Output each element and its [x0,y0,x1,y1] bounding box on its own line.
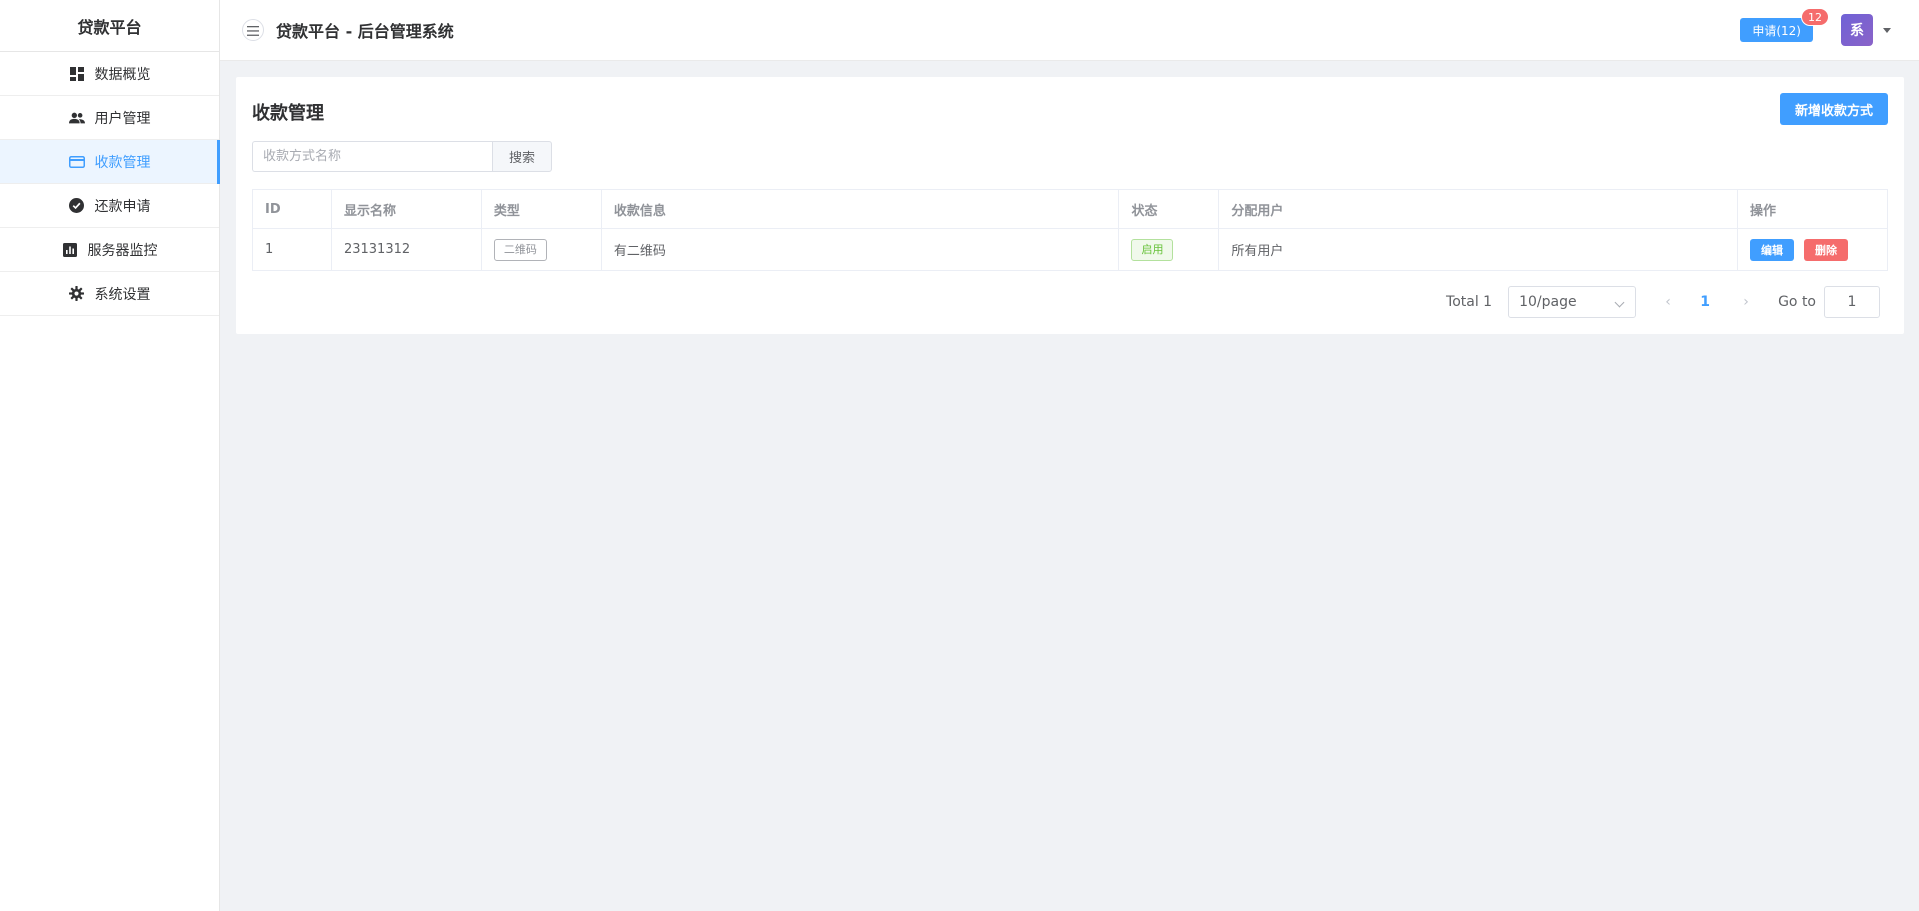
page-size-select[interactable]: 10/page [1508,286,1637,318]
search-button[interactable]: 搜索 [492,141,552,172]
credit-card-icon [68,154,85,170]
page-number-current[interactable]: 1 [1696,294,1714,310]
search-bar: 搜索 [252,141,552,172]
table-row: 1 23131312 二维码 有二维码 启用 所有用户 编辑 删除 [252,228,1888,271]
sidebar-item-label: 数据概览 [94,66,151,83]
brand-title: 贷款平台 [0,0,219,52]
goto-label: Go to [1778,294,1816,310]
applications-button[interactable]: 申请(12) 12 [1740,8,1829,42]
search-input[interactable] [252,141,492,172]
avatar[interactable]: 系 [1841,14,1873,46]
cell-name: 23131312 [330,228,482,271]
caret-down-icon[interactable] [1883,27,1891,33]
section-title: 收款管理 [252,103,324,124]
column-header-name: 显示名称 [330,189,482,229]
add-payment-method-button[interactable]: 新增收款方式 [1779,93,1888,125]
sidebar-item-payment[interactable]: 收款管理 [0,140,220,184]
cell-id: 1 [252,228,332,271]
check-circle-icon [69,198,85,214]
sidebar-item-server-monitor[interactable]: 服务器监控 [0,228,219,272]
goto-page-input[interactable] [1824,286,1880,318]
column-header-type: 类型 [480,189,602,229]
column-header-assigned: 分配用户 [1218,189,1739,229]
dashboard-icon [69,66,85,82]
cell-actions: 编辑 删除 [1737,228,1888,271]
menu-toggle-button[interactable] [242,19,264,41]
applications-count-badge: 12 [1801,8,1829,26]
users-icon [68,110,85,126]
gear-icon [69,286,85,302]
column-header-info: 收款信息 [600,189,1120,229]
type-tag: 二维码 [493,238,547,261]
cell-type: 二维码 [480,228,602,271]
payment-methods-table: ID 显示名称 类型 收款信息 状态 分配用户 操作 1 23131312 二维… [252,189,1888,271]
applications-label: 申请(12) [1752,23,1801,38]
chevron-down-icon [1614,297,1625,308]
sidebar-item-users[interactable]: 用户管理 [0,96,219,140]
sidebar-item-label: 系统设置 [94,286,151,303]
page-title: 贷款平台 - 后台管理系统 [276,22,454,41]
delete-button[interactable]: 删除 [1804,238,1849,261]
sidebar-item-repayment[interactable]: 还款申请 [0,184,219,228]
top-header: 贷款平台 - 后台管理系统 申请(12) 12 系 [220,0,1919,61]
sidebar: 贷款平台 数据概览 用户管理 收款管理 还款申请 服务器监控 系统设置 [0,0,220,911]
prev-page-button[interactable]: ‹ [1658,294,1678,310]
page-size-value: 10/page [1519,294,1577,310]
sidebar-item-dashboard[interactable]: 数据概览 [0,52,219,96]
column-header-id: ID [252,189,332,229]
next-page-button[interactable]: › [1736,294,1756,310]
sidebar-item-label: 用户管理 [94,110,151,127]
chart-icon [62,242,78,258]
column-header-actions: 操作 [1737,189,1888,229]
pagination: Total 1 10/page ‹ 1 › Go to [1446,286,1880,318]
sidebar-item-settings[interactable]: 系统设置 [0,272,219,316]
sidebar-item-label: 还款申请 [94,198,151,215]
cell-info: 有二维码 [600,228,1120,271]
payment-management-card: 收款管理 新增收款方式 搜索 ID 显示名称 类型 收款信息 状态 分配用户 操… [236,77,1904,334]
cell-assigned: 所有用户 [1218,228,1739,271]
cell-status: 启用 [1118,228,1220,271]
pagination-total: Total 1 [1446,294,1493,310]
sidebar-item-label: 收款管理 [94,154,151,171]
status-badge: 启用 [1131,238,1174,261]
sidebar-item-label: 服务器监控 [87,242,158,259]
table-header-row: ID 显示名称 类型 收款信息 状态 分配用户 操作 [252,189,1888,229]
hamburger-icon [247,21,259,40]
edit-button[interactable]: 编辑 [1750,238,1795,261]
column-header-status: 状态 [1118,189,1220,229]
